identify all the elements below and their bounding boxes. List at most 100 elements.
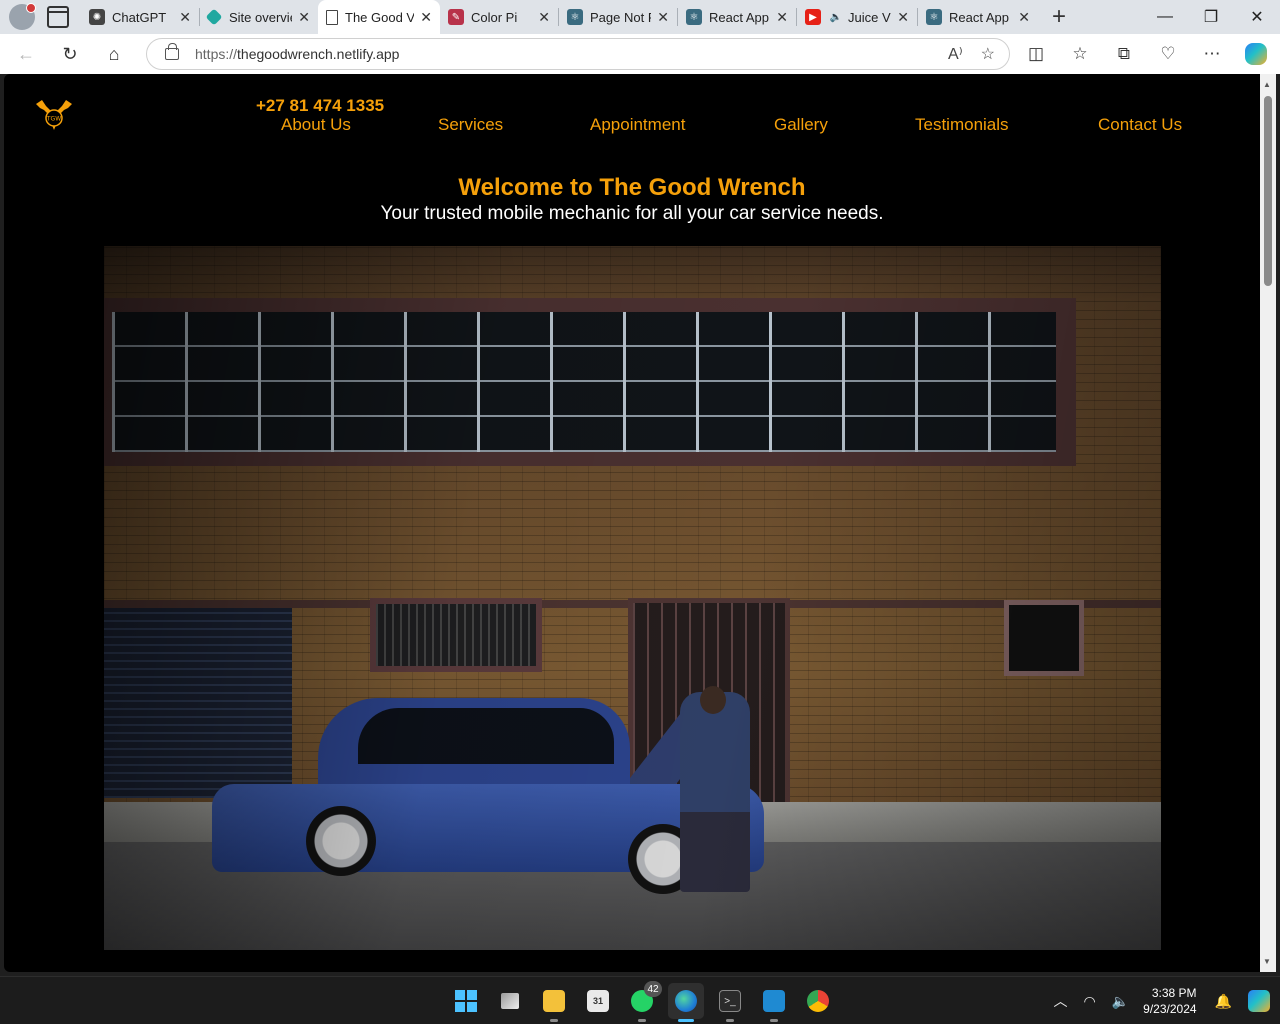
calendar-app-button[interactable]: 31 [580, 983, 616, 1019]
tab-the-good-wrench[interactable]: The Good V ✕ [318, 0, 440, 34]
close-tab-icon[interactable]: ✕ [420, 9, 432, 26]
favorites-icon[interactable]: ☆ [1062, 38, 1098, 70]
speaker-icon[interactable]: 🔈 [828, 9, 844, 25]
close-tab-icon[interactable]: ✕ [776, 9, 788, 26]
chrome-button[interactable] [800, 983, 836, 1019]
clock-time: 3:38 PM [1151, 986, 1197, 1000]
react-icon: ⚛ [567, 9, 583, 25]
url-protocol: https:// [195, 46, 238, 62]
address-bar[interactable]: https://thegoodwrench.netlify.app A⁾ ☆ [146, 38, 1010, 70]
hero-title: Welcome to The Good Wrench [458, 174, 806, 201]
browser-tab-strip: ✺ ChatGPT ✕ Site overvie ✕ The Good V ✕ … [0, 0, 1280, 34]
nav-appointment[interactable]: Appointment [590, 115, 685, 135]
site-navigation: About Us Services Appointment Gallery Te… [4, 115, 1260, 137]
close-tab-icon[interactable]: ✕ [897, 9, 909, 26]
hero-image [104, 246, 1161, 950]
nav-services[interactable]: Services [438, 115, 503, 135]
task-view-icon [501, 993, 519, 1009]
minimize-icon[interactable]: — [1142, 0, 1188, 34]
close-tab-icon[interactable]: ✕ [538, 9, 550, 26]
youtube-icon: ▶ [805, 9, 821, 25]
close-tab-icon[interactable]: ✕ [657, 9, 669, 26]
windows-logo-icon [455, 990, 477, 1012]
start-button[interactable] [448, 983, 484, 1019]
clock-date: 9/23/2024 [1143, 1002, 1197, 1016]
scroll-up-icon[interactable]: ▲ [1263, 80, 1271, 89]
windows-taskbar: 31 42 >_ ︿ ◠ 🔈 3:38 PM 9/23/2024 🔔 [0, 976, 1280, 1024]
tab-title: The Good V [345, 9, 415, 25]
profile-avatar[interactable] [9, 3, 36, 30]
netlify-icon [205, 8, 223, 26]
photo-shadow [104, 246, 1161, 950]
copilot-taskbar-icon[interactable] [1248, 990, 1270, 1012]
tab-color-picker[interactable]: ✎ Color Pi ✕ [440, 0, 558, 34]
new-tab-button[interactable]: + [1044, 2, 1074, 32]
back-icon[interactable]: ← [8, 38, 44, 70]
nav-testimonials[interactable]: Testimonials [915, 115, 1009, 135]
terminal-button[interactable]: >_ [712, 983, 748, 1022]
phone-number[interactable]: +27 81 474 1335 [256, 96, 384, 116]
refresh-icon[interactable]: ↻ [52, 38, 88, 70]
url-text[interactable]: https://thegoodwrench.netlify.app [195, 46, 399, 62]
system-tray: ︿ ◠ 🔈 3:38 PM 9/23/2024 🔔 [1046, 977, 1280, 1024]
scrollbar-thumb[interactable] [1264, 96, 1272, 286]
folder-icon [543, 990, 565, 1012]
tab-title: Color Pi [471, 9, 518, 25]
nav-gallery[interactable]: Gallery [774, 115, 828, 135]
system-clock[interactable]: 3:38 PM 9/23/2024 [1143, 985, 1196, 1017]
vertical-scrollbar[interactable]: ▲ ▼ [1260, 74, 1276, 972]
hero-subtitle: Your trusted mobile mechanic for all you… [380, 203, 884, 224]
favorite-star-icon[interactable]: ☆ [981, 44, 995, 64]
tab-title: Juice V [848, 9, 891, 25]
edge-button[interactable] [668, 983, 704, 1022]
tab-title: React App [949, 9, 1009, 25]
page-icon [326, 9, 338, 25]
tab-react-app-2[interactable]: ⚛ React App ✕ [918, 0, 1038, 34]
tab-actions-icon[interactable] [47, 6, 69, 28]
nav-contact-us[interactable]: Contact Us [1098, 115, 1182, 135]
vscode-icon [763, 990, 785, 1012]
show-hidden-icons-icon[interactable]: ︿ [1054, 991, 1068, 1011]
edge-icon [675, 990, 697, 1012]
more-menu-icon[interactable]: ⋯ [1194, 38, 1230, 70]
tab-title: Page Not Fo [590, 9, 651, 25]
web-page: TGW +27 81 474 1335 About Us Services Ap… [4, 74, 1260, 972]
browser-essentials-icon[interactable]: ♡ [1150, 38, 1186, 70]
vscode-button[interactable] [756, 983, 792, 1022]
read-aloud-icon[interactable]: A⁾ [948, 44, 963, 64]
task-view-button[interactable] [492, 983, 528, 1019]
tab-title: React App [709, 9, 769, 25]
running-indicator [770, 1019, 778, 1022]
tab-site-overview[interactable]: Site overvie ✕ [200, 0, 318, 34]
restore-icon[interactable]: ❐ [1188, 0, 1234, 34]
file-explorer-button[interactable] [536, 983, 572, 1022]
wifi-icon[interactable]: ◠ [1084, 993, 1096, 1010]
close-tab-icon[interactable]: ✕ [298, 9, 310, 26]
scroll-down-icon[interactable]: ▼ [1263, 957, 1271, 966]
close-tab-icon[interactable]: ✕ [179, 9, 191, 26]
terminal-icon: >_ [719, 990, 741, 1012]
close-window-icon[interactable]: ✕ [1234, 0, 1280, 34]
nav-about-us[interactable]: About Us [281, 115, 351, 135]
url-host: thegoodwrench.netlify.app [237, 46, 400, 62]
chrome-icon [807, 990, 829, 1012]
volume-icon[interactable]: 🔈 [1112, 993, 1129, 1010]
tab-juice[interactable]: ▶ 🔈 Juice V ✕ [797, 0, 917, 34]
close-tab-icon[interactable]: ✕ [1018, 9, 1030, 26]
browser-tools: ◫ ☆ ⧉ ♡ ⋯ [1018, 38, 1274, 70]
tab-page-not-found[interactable]: ⚛ Page Not Fo ✕ [559, 0, 677, 34]
collections-icon[interactable]: ⧉ [1106, 38, 1142, 70]
split-screen-icon[interactable]: ◫ [1018, 38, 1054, 70]
tab-chatgpt[interactable]: ✺ ChatGPT ✕ [81, 0, 199, 34]
running-indicator [550, 1019, 558, 1022]
running-indicator [726, 1019, 734, 1022]
whatsapp-button[interactable]: 42 [624, 981, 662, 1022]
tab-title: Site overvie [229, 9, 293, 25]
notification-badge: 42 [644, 981, 662, 997]
copilot-icon[interactable] [1245, 43, 1267, 65]
tab-react-app[interactable]: ⚛ React App ✕ [678, 0, 796, 34]
lock-icon[interactable] [165, 43, 179, 60]
notification-bell-icon[interactable]: 🔔 [1215, 993, 1232, 1010]
tab-list: ✺ ChatGPT ✕ Site overvie ✕ The Good V ✕ … [81, 0, 1038, 34]
home-icon[interactable]: ⌂ [96, 38, 132, 70]
